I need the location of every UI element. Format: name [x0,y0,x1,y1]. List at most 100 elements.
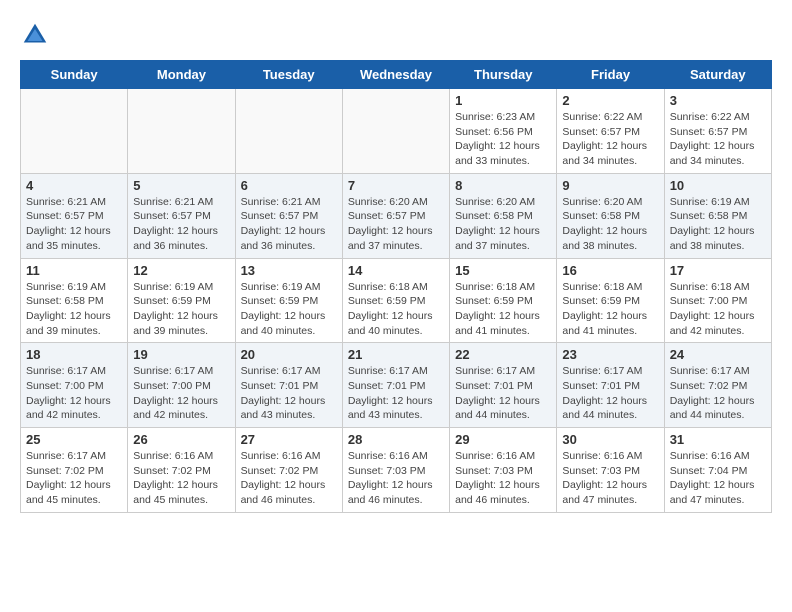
day-number: 2 [562,93,658,108]
day-info: Sunrise: 6:19 AM Sunset: 6:58 PM Dayligh… [26,280,122,339]
day-info: Sunrise: 6:18 AM Sunset: 6:59 PM Dayligh… [348,280,444,339]
calendar-cell: 17 Sunrise: 6:18 AM Sunset: 7:00 PM Dayli… [664,258,771,343]
day-info: Sunrise: 6:17 AM Sunset: 7:01 PM Dayligh… [241,364,337,423]
day-number: 17 [670,263,766,278]
day-number: 4 [26,178,122,193]
day-info: Sunrise: 6:21 AM Sunset: 6:57 PM Dayligh… [26,195,122,254]
calendar-cell [128,89,235,174]
week-row-3: 11 Sunrise: 6:19 AM Sunset: 6:58 PM Dayli… [21,258,772,343]
calendar-cell: 27 Sunrise: 6:16 AM Sunset: 7:02 PM Dayli… [235,428,342,513]
day-info: Sunrise: 6:20 AM Sunset: 6:58 PM Dayligh… [562,195,658,254]
day-number: 13 [241,263,337,278]
day-number: 3 [670,93,766,108]
day-number: 15 [455,263,551,278]
day-number: 19 [133,347,229,362]
day-info: Sunrise: 6:22 AM Sunset: 6:57 PM Dayligh… [562,110,658,169]
day-number: 24 [670,347,766,362]
calendar-cell: 22Sunrise: 6:17 AM Sunset: 7:01 PM Dayli… [450,343,557,428]
day-number: 7 [348,178,444,193]
calendar-cell: 25 Sunrise: 6:17 AM Sunset: 7:02 PM Dayli… [21,428,128,513]
week-row-5: 25 Sunrise: 6:17 AM Sunset: 7:02 PM Dayli… [21,428,772,513]
weekday-header-thursday: Thursday [450,61,557,89]
day-info: Sunrise: 6:16 AM Sunset: 7:03 PM Dayligh… [562,449,658,508]
calendar-cell: 19 Sunrise: 6:17 AM Sunset: 7:00 PM Dayli… [128,343,235,428]
day-info: Sunrise: 6:20 AM Sunset: 6:58 PM Dayligh… [455,195,551,254]
day-info: Sunrise: 6:18 AM Sunset: 6:59 PM Dayligh… [562,280,658,339]
day-number: 29 [455,432,551,447]
day-info: Sunrise: 6:16 AM Sunset: 7:03 PM Dayligh… [455,449,551,508]
day-info: Sunrise: 6:16 AM Sunset: 7:02 PM Dayligh… [241,449,337,508]
day-number: 31 [670,432,766,447]
day-info: Sunrise: 6:21 AM Sunset: 6:57 PM Dayligh… [133,195,229,254]
day-info: Sunrise: 6:16 AM Sunset: 7:03 PM Dayligh… [348,449,444,508]
logo [20,20,54,50]
day-number: 21 [348,347,444,362]
weekday-header-row: SundayMondayTuesdayWednesdayThursdayFrid… [21,61,772,89]
calendar-cell: 5 Sunrise: 6:21 AM Sunset: 6:57 PM Daylig… [128,173,235,258]
calendar-cell: 13 Sunrise: 6:19 AM Sunset: 6:59 PM Dayli… [235,258,342,343]
calendar-cell [342,89,449,174]
calendar-cell: 7 Sunrise: 6:20 AM Sunset: 6:57 PM Daylig… [342,173,449,258]
calendar-cell: 23 Sunrise: 6:17 AM Sunset: 7:01 PM Dayli… [557,343,664,428]
calendar-cell [235,89,342,174]
day-info: Sunrise: 6:19 AM Sunset: 6:58 PM Dayligh… [670,195,766,254]
week-row-2: 4 Sunrise: 6:21 AM Sunset: 6:57 PM Daylig… [21,173,772,258]
calendar: SundayMondayTuesdayWednesdayThursdayFrid… [20,60,772,513]
weekday-header-friday: Friday [557,61,664,89]
calendar-cell: 15Sunrise: 6:18 AM Sunset: 6:59 PM Dayli… [450,258,557,343]
calendar-cell: 4 Sunrise: 6:21 AM Sunset: 6:57 PM Daylig… [21,173,128,258]
day-info: Sunrise: 6:20 AM Sunset: 6:57 PM Dayligh… [348,195,444,254]
day-number: 25 [26,432,122,447]
day-number: 10 [670,178,766,193]
calendar-cell: 11 Sunrise: 6:19 AM Sunset: 6:58 PM Dayli… [21,258,128,343]
day-number: 6 [241,178,337,193]
calendar-cell: 16Sunrise: 6:18 AM Sunset: 6:59 PM Dayli… [557,258,664,343]
calendar-cell: 24 Sunrise: 6:17 AM Sunset: 7:02 PM Dayli… [664,343,771,428]
day-number: 30 [562,432,658,447]
day-number: 14 [348,263,444,278]
day-number: 12 [133,263,229,278]
day-info: Sunrise: 6:21 AM Sunset: 6:57 PM Dayligh… [241,195,337,254]
day-number: 26 [133,432,229,447]
day-info: Sunrise: 6:23 AM Sunset: 6:56 PM Dayligh… [455,110,551,169]
calendar-cell: 1Sunrise: 6:23 AM Sunset: 6:56 PM Daylig… [450,89,557,174]
day-info: Sunrise: 6:19 AM Sunset: 6:59 PM Dayligh… [241,280,337,339]
day-info: Sunrise: 6:18 AM Sunset: 7:00 PM Dayligh… [670,280,766,339]
day-number: 18 [26,347,122,362]
calendar-cell: 12Sunrise: 6:19 AM Sunset: 6:59 PM Dayli… [128,258,235,343]
weekday-header-wednesday: Wednesday [342,61,449,89]
day-number: 23 [562,347,658,362]
day-number: 5 [133,178,229,193]
day-info: Sunrise: 6:16 AM Sunset: 7:02 PM Dayligh… [133,449,229,508]
calendar-cell: 20Sunrise: 6:17 AM Sunset: 7:01 PM Dayli… [235,343,342,428]
calendar-cell: 26 Sunrise: 6:16 AM Sunset: 7:02 PM Dayli… [128,428,235,513]
day-info: Sunrise: 6:17 AM Sunset: 7:00 PM Dayligh… [133,364,229,423]
calendar-cell: 9 Sunrise: 6:20 AM Sunset: 6:58 PM Daylig… [557,173,664,258]
day-number: 22 [455,347,551,362]
calendar-cell: 6 Sunrise: 6:21 AM Sunset: 6:57 PM Daylig… [235,173,342,258]
calendar-cell: 29 Sunrise: 6:16 AM Sunset: 7:03 PM Dayli… [450,428,557,513]
day-number: 9 [562,178,658,193]
calendar-cell: 10 Sunrise: 6:19 AM Sunset: 6:58 PM Dayli… [664,173,771,258]
day-info: Sunrise: 6:17 AM Sunset: 7:02 PM Dayligh… [670,364,766,423]
calendar-cell: 14 Sunrise: 6:18 AM Sunset: 6:59 PM Dayli… [342,258,449,343]
calendar-cell [21,89,128,174]
day-number: 28 [348,432,444,447]
weekday-header-monday: Monday [128,61,235,89]
week-row-1: 1Sunrise: 6:23 AM Sunset: 6:56 PM Daylig… [21,89,772,174]
calendar-cell: 28 Sunrise: 6:16 AM Sunset: 7:03 PM Dayli… [342,428,449,513]
day-info: Sunrise: 6:16 AM Sunset: 7:04 PM Dayligh… [670,449,766,508]
day-info: Sunrise: 6:17 AM Sunset: 7:01 PM Dayligh… [562,364,658,423]
page-header [20,20,772,50]
day-info: Sunrise: 6:17 AM Sunset: 7:02 PM Dayligh… [26,449,122,508]
calendar-cell: 30 Sunrise: 6:16 AM Sunset: 7:03 PM Dayli… [557,428,664,513]
calendar-cell: 31 Sunrise: 6:16 AM Sunset: 7:04 PM Dayli… [664,428,771,513]
day-info: Sunrise: 6:17 AM Sunset: 7:01 PM Dayligh… [348,364,444,423]
weekday-header-tuesday: Tuesday [235,61,342,89]
day-info: Sunrise: 6:22 AM Sunset: 6:57 PM Dayligh… [670,110,766,169]
day-number: 27 [241,432,337,447]
weekday-header-saturday: Saturday [664,61,771,89]
calendar-cell: 21 Sunrise: 6:17 AM Sunset: 7:01 PM Dayli… [342,343,449,428]
day-number: 11 [26,263,122,278]
day-info: Sunrise: 6:17 AM Sunset: 7:00 PM Dayligh… [26,364,122,423]
